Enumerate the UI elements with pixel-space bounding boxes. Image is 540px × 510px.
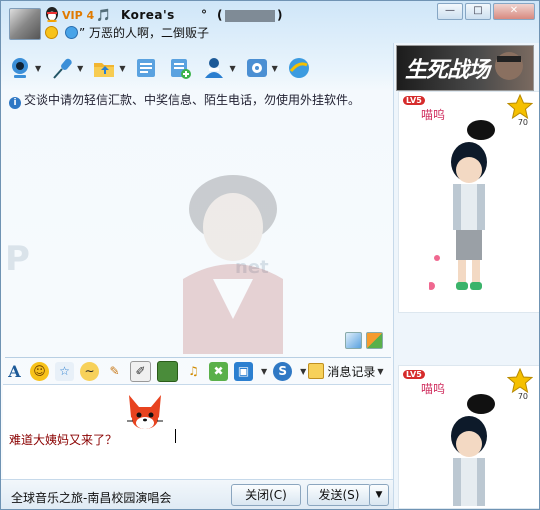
webcam-icon — [7, 55, 33, 81]
more-apps-button[interactable] — [286, 55, 312, 81]
format-toolbar: A ☺ ☆ ∼ ✎ ✐ ♫ ✖ ▣ ▼ S ▼ 消息记录 ▼ — [5, 357, 391, 384]
right-panel: 生死战场 LV5 喵呜 70 LV5 喵呜 70 — [393, 43, 539, 509]
security-warning: i 交谈中请勿轻信汇款、中奖信息、陌生电话，勿使用外挂软件。 — [9, 91, 360, 109]
expand-icon[interactable] — [345, 332, 362, 349]
video-call-button[interactable]: ▼ — [7, 55, 41, 81]
contact-avatar-show[interactable]: LV5 喵呜 70 — [398, 91, 539, 313]
edit-icon[interactable]: ✐ — [130, 360, 151, 382]
avatar-figure — [451, 394, 495, 506]
status-icons — [45, 25, 81, 39]
remote-assist-button[interactable]: ▼ — [201, 55, 236, 81]
nick-symbol-icon: 🎵 — [96, 8, 111, 22]
my-avatar-show[interactable]: LV5 喵呜 70 — [398, 365, 539, 509]
folder-icon — [91, 55, 117, 81]
smile-status-icon[interactable] — [45, 26, 58, 39]
minimize-button[interactable]: — — [437, 3, 463, 20]
banner-face-icon — [495, 52, 523, 80]
app-settings-button[interactable]: ▼ — [244, 55, 278, 81]
mail-icon — [133, 55, 159, 81]
redacted-id — [225, 10, 275, 22]
star-score: 70 — [517, 392, 528, 401]
fox-emoji-icon — [127, 395, 163, 429]
browser-globe-icon — [286, 55, 312, 81]
chat-window: VIP 4 🎵 Korea's ° ( ) ” 万恶的人啊，二倒贩子 — □ ✕… — [0, 0, 540, 510]
chevron-down-icon[interactable]: ▼ — [377, 367, 383, 376]
star-icon — [507, 368, 533, 394]
microphone-icon — [49, 55, 75, 81]
shake-icon[interactable]: ∼ — [80, 361, 99, 381]
chevron-down-icon[interactable]: ▼ — [77, 64, 83, 73]
chevron-down-icon[interactable]: ▼ — [119, 64, 125, 73]
status-message[interactable]: 全球音乐之旅-南昌校园演唱会 — [11, 489, 171, 506]
magic-face-icon[interactable]: ☆ — [55, 361, 74, 381]
chevron-down-icon[interactable]: ▼ — [272, 64, 278, 73]
chevron-down-icon[interactable]: ▼ — [35, 64, 41, 73]
color-theme-icon[interactable] — [366, 332, 383, 349]
pay-icon[interactable]: S — [273, 361, 293, 381]
main-toolbar: ▼ ▼ ▼ ▼ ▼ — [7, 50, 320, 86]
emoji-icon[interactable]: ☺ — [30, 361, 49, 381]
user-card-icon — [201, 55, 227, 81]
avatar[interactable] — [9, 8, 41, 40]
background-portrait — [183, 175, 283, 354]
qq-penguin-icon — [46, 7, 58, 22]
level-badge: LV5 — [403, 96, 425, 105]
message-history-button[interactable]: 消息记录 ▼ — [308, 363, 383, 380]
maximize-button[interactable]: □ — [465, 3, 491, 20]
vip-badge[interactable]: VIP 4 — [62, 9, 94, 22]
scribble-icon[interactable]: ✎ — [105, 362, 124, 381]
game-banner[interactable]: 生死战场 — [396, 45, 534, 91]
chat-history[interactable]: P net — [3, 109, 391, 354]
text-cursor — [175, 429, 176, 443]
contact-signature: ” 万恶的人啊，二倒贩子 — [79, 26, 210, 40]
contact-nickname: Korea's — [121, 8, 175, 22]
create-group-button[interactable] — [167, 55, 193, 81]
chevron-down-icon[interactable]: ▼ — [300, 367, 306, 376]
send-sms-button[interactable] — [133, 55, 159, 81]
add-list-icon — [167, 55, 193, 81]
close-window-button[interactable]: ✕ — [493, 3, 535, 20]
voice-call-button[interactable]: ▼ — [49, 55, 83, 81]
image-icon[interactable] — [157, 360, 178, 382]
avatar-figure — [429, 120, 495, 290]
gift-icon[interactable]: ✖ — [209, 361, 228, 381]
history-label: 消息记录 — [327, 364, 376, 379]
send-file-button[interactable]: ▼ — [91, 55, 125, 81]
font-icon[interactable]: A — [5, 362, 24, 381]
warning-text: 交谈中请勿轻信汇款、中奖信息、陌生电话，勿使用外挂软件。 — [24, 93, 361, 107]
level-badge: LV5 — [403, 370, 425, 379]
star-score: 70 — [517, 118, 528, 127]
music-icon[interactable]: ♫ — [184, 362, 203, 381]
bottom-bar: 全球音乐之旅-南昌校园演唱会 关闭(C) 发送(S) ▼ — [1, 479, 393, 509]
send-button[interactable]: 发送(S) — [307, 484, 371, 506]
close-button[interactable]: 关闭(C) — [231, 484, 301, 506]
banner-title: 生死战场 — [405, 57, 490, 83]
background-watermark: P — [5, 239, 30, 279]
nickname-symbol: ° — [201, 8, 207, 22]
star-icon — [507, 94, 533, 120]
window-controls: — □ ✕ — [437, 3, 535, 20]
history-icon — [308, 363, 325, 379]
chevron-down-icon[interactable]: ▼ — [261, 367, 267, 376]
nickname-paren-open: ( — [217, 8, 223, 22]
draft-message-text: 难道大姨妈又来了？ — [9, 433, 118, 447]
nickname-paren-close: ) — [277, 8, 283, 22]
message-input[interactable]: 难道大姨妈又来了？ — [3, 384, 391, 480]
music-status-icon[interactable] — [64, 26, 78, 39]
chevron-down-icon[interactable]: ▼ — [229, 64, 235, 73]
chat-view-tools — [345, 332, 383, 349]
gear-icon — [244, 55, 270, 81]
title-bar[interactable]: VIP 4 🎵 Korea's ° ( ) ” 万恶的人啊，二倒贩子 — □ ✕ — [1, 1, 539, 45]
screenshot-icon[interactable]: ▣ — [234, 361, 253, 381]
send-options-dropdown[interactable]: ▼ — [369, 484, 389, 506]
info-shield-icon: i — [9, 97, 21, 109]
